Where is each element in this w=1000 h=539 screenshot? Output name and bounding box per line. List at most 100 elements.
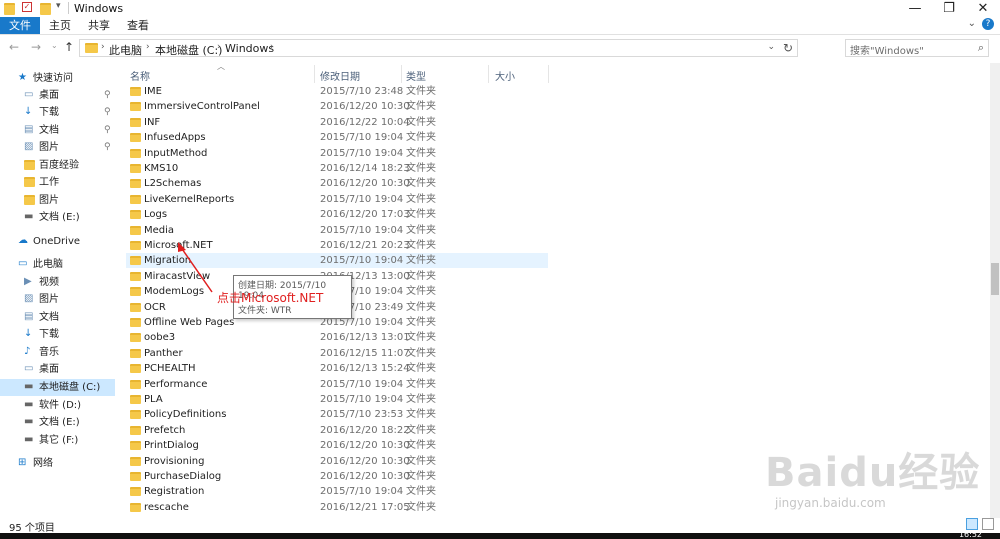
minimize-button[interactable]: —: [898, 0, 932, 17]
table-row[interactable]: ImmersiveControlPanel 2016/12/20 10:30 文件夹: [126, 99, 548, 114]
table-row[interactable]: oobe3 2016/12/13 13:01 文件夹: [126, 330, 548, 345]
details-view-icon[interactable]: [966, 518, 978, 530]
file-name: ImmersiveControlPanel: [144, 101, 260, 113]
nav-item[interactable]: ♪ 音乐: [0, 344, 115, 361]
chevron-right-icon[interactable]: ›: [270, 42, 274, 52]
column-header-type[interactable]: 类型: [406, 68, 426, 83]
nav-item[interactable]: ⊞ 网络: [0, 455, 115, 472]
close-button[interactable]: ✕: [966, 0, 1000, 17]
folder-icon: [130, 333, 141, 343]
modified-date: 2015/7/10 19:04: [320, 132, 404, 144]
file-type: 文件夹: [406, 240, 436, 251]
search-box[interactable]: 搜索"Windows" ⌕: [845, 39, 989, 57]
tab-view[interactable]: 查看: [123, 17, 153, 34]
table-row[interactable]: Performance 2015/7/10 19:04 文件夹: [126, 377, 548, 392]
table-row[interactable]: KMS10 2016/12/14 18:23 文件夹: [126, 161, 548, 176]
file-type: 文件夹: [406, 101, 436, 113]
table-row[interactable]: PCHEALTH 2016/12/13 15:24 文件夹: [126, 361, 548, 376]
column-header-date[interactable]: 修改日期: [320, 68, 360, 83]
nav-item[interactable]: ↓ 下载 ⚲: [0, 104, 115, 121]
table-row[interactable]: InputMethod 2015/7/10 19:04 文件夹: [126, 146, 548, 161]
nav-item[interactable]: ▬ 其它 (F:): [0, 432, 115, 449]
scrollbar-thumb[interactable]: [991, 263, 999, 295]
table-row[interactable]: IME 2015/7/10 23:48 文件夹: [126, 84, 548, 99]
nav-item[interactable]: ▬ 文档 (E:): [0, 209, 115, 226]
address-bar[interactable]: › 此电脑 › 本地磁盘 (C:) › Windows › ⌄ ↻: [79, 39, 798, 57]
file-type: 文件夹: [406, 471, 436, 482]
annotation-label: 点击Microsoft.NET: [217, 291, 324, 305]
column-header-size[interactable]: 大小: [495, 68, 515, 83]
nav-item[interactable]: ▬ 本地磁盘 (C:): [0, 379, 115, 396]
column-header-name[interactable]: 名称: [130, 68, 150, 83]
column-divider[interactable]: [548, 65, 549, 83]
table-row[interactable]: PLA 2015/7/10 19:04 文件夹: [126, 392, 548, 407]
nav-item[interactable]: ▨ 图片 ⚲: [0, 139, 115, 156]
table-row[interactable]: Provisioning 2016/12/20 10:30 文件夹: [126, 454, 548, 469]
file-name: PrintDialog: [144, 440, 199, 452]
nav-item[interactable]: ▤ 文档: [0, 309, 115, 326]
nav-item[interactable]: 百度经验: [0, 157, 115, 174]
nav-item[interactable]: ▭ 桌面: [0, 361, 115, 378]
table-row[interactable]: INF 2016/12/22 10:04 文件夹: [126, 115, 548, 130]
table-row[interactable]: rescache 2016/12/21 17:05 文件夹: [126, 500, 548, 515]
nav-item[interactable]: ▬ 软件 (D:): [0, 397, 115, 414]
nav-item[interactable]: ▨ 图片: [0, 291, 115, 308]
table-row[interactable]: L2Schemas 2016/12/20 10:30 文件夹: [126, 176, 548, 191]
breadcrumb-this-pc[interactable]: 此电脑: [109, 42, 142, 58]
table-row[interactable]: PolicyDefinitions 2015/7/10 23:53 文件夹: [126, 407, 548, 422]
chevron-down-icon[interactable]: ⌄: [767, 42, 775, 52]
new-folder-icon[interactable]: [40, 3, 51, 15]
breadcrumb-drive-c[interactable]: 本地磁盘 (C:): [155, 42, 222, 58]
file-type: 文件夹: [406, 163, 436, 174]
tab-share[interactable]: 共享: [84, 17, 114, 34]
modified-date: 2015/7/10 23:48: [320, 86, 404, 97]
folder-icon: [130, 225, 141, 235]
table-row[interactable]: InfusedApps 2015/7/10 19:04 文件夹: [126, 130, 548, 145]
nav-item[interactable]: ★ 快速访问: [0, 70, 115, 87]
nav-item[interactable]: ▬ 文档 (E:): [0, 414, 115, 431]
nav-item[interactable]: ↓ 下载: [0, 326, 115, 343]
large-icons-view-icon[interactable]: [982, 518, 994, 530]
table-row[interactable]: Prefetch 2016/12/20 18:22 文件夹: [126, 423, 548, 438]
table-row[interactable]: LiveKernelReports 2015/7/10 19:04 文件夹: [126, 192, 548, 207]
back-icon[interactable]: ←: [9, 40, 19, 54]
nav-item[interactable]: 工作: [0, 174, 115, 191]
table-row[interactable]: Registration 2015/7/10 19:04 文件夹: [126, 484, 548, 499]
refresh-icon[interactable]: ↻: [783, 41, 793, 55]
tab-home[interactable]: 主页: [45, 17, 75, 34]
nav-item[interactable]: 图片: [0, 192, 115, 209]
table-row[interactable]: PrintDialog 2016/12/20 10:30 文件夹: [126, 438, 548, 453]
maximize-button[interactable]: ❐: [932, 0, 966, 17]
nav-item[interactable]: ☁ OneDrive: [0, 233, 115, 250]
nav-item[interactable]: ▭ 此电脑: [0, 256, 115, 273]
up-icon[interactable]: ↑: [64, 40, 74, 54]
chevron-right-icon[interactable]: ›: [101, 42, 105, 52]
modified-date: 2016/12/15 11:07: [320, 347, 410, 359]
forward-icon[interactable]: →: [31, 40, 41, 54]
table-row[interactable]: Panther 2016/12/15 11:07 文件夹: [126, 346, 548, 361]
properties-icon[interactable]: ✓: [22, 2, 32, 12]
expand-ribbon-icon[interactable]: ⌄: [968, 18, 976, 29]
chevron-right-icon[interactable]: ›: [146, 42, 150, 52]
column-divider[interactable]: [314, 65, 315, 83]
drive-icon: ▬: [24, 416, 34, 427]
column-divider[interactable]: [488, 65, 489, 83]
file-name: L2Schemas: [144, 178, 202, 190]
recent-locations-icon[interactable]: ⌄: [51, 41, 58, 50]
table-row[interactable]: PurchaseDialog 2016/12/20 10:30 文件夹: [126, 469, 548, 484]
chevron-right-icon[interactable]: ›: [217, 42, 221, 52]
tab-file[interactable]: 文件: [0, 17, 40, 34]
drive-icon: ▬: [24, 399, 34, 410]
nav-item[interactable]: ▶ 视频: [0, 274, 115, 291]
download-icon: ↓: [24, 328, 33, 339]
nav-item[interactable]: ▭ 桌面 ⚲: [0, 87, 115, 104]
help-icon[interactable]: ?: [982, 18, 994, 30]
column-divider[interactable]: [401, 65, 402, 83]
file-name: PLA: [144, 394, 163, 405]
nav-item[interactable]: ▤ 文档 ⚲: [0, 122, 115, 139]
customize-quick-access-icon[interactable]: ▾: [56, 1, 67, 13]
table-row[interactable]: Logs 2016/12/20 17:03 文件夹: [126, 207, 548, 222]
modified-date: 2016/12/20 18:22: [320, 424, 410, 436]
breadcrumb-windows[interactable]: Windows: [225, 42, 274, 55]
search-icon: ⌕: [977, 41, 984, 54]
